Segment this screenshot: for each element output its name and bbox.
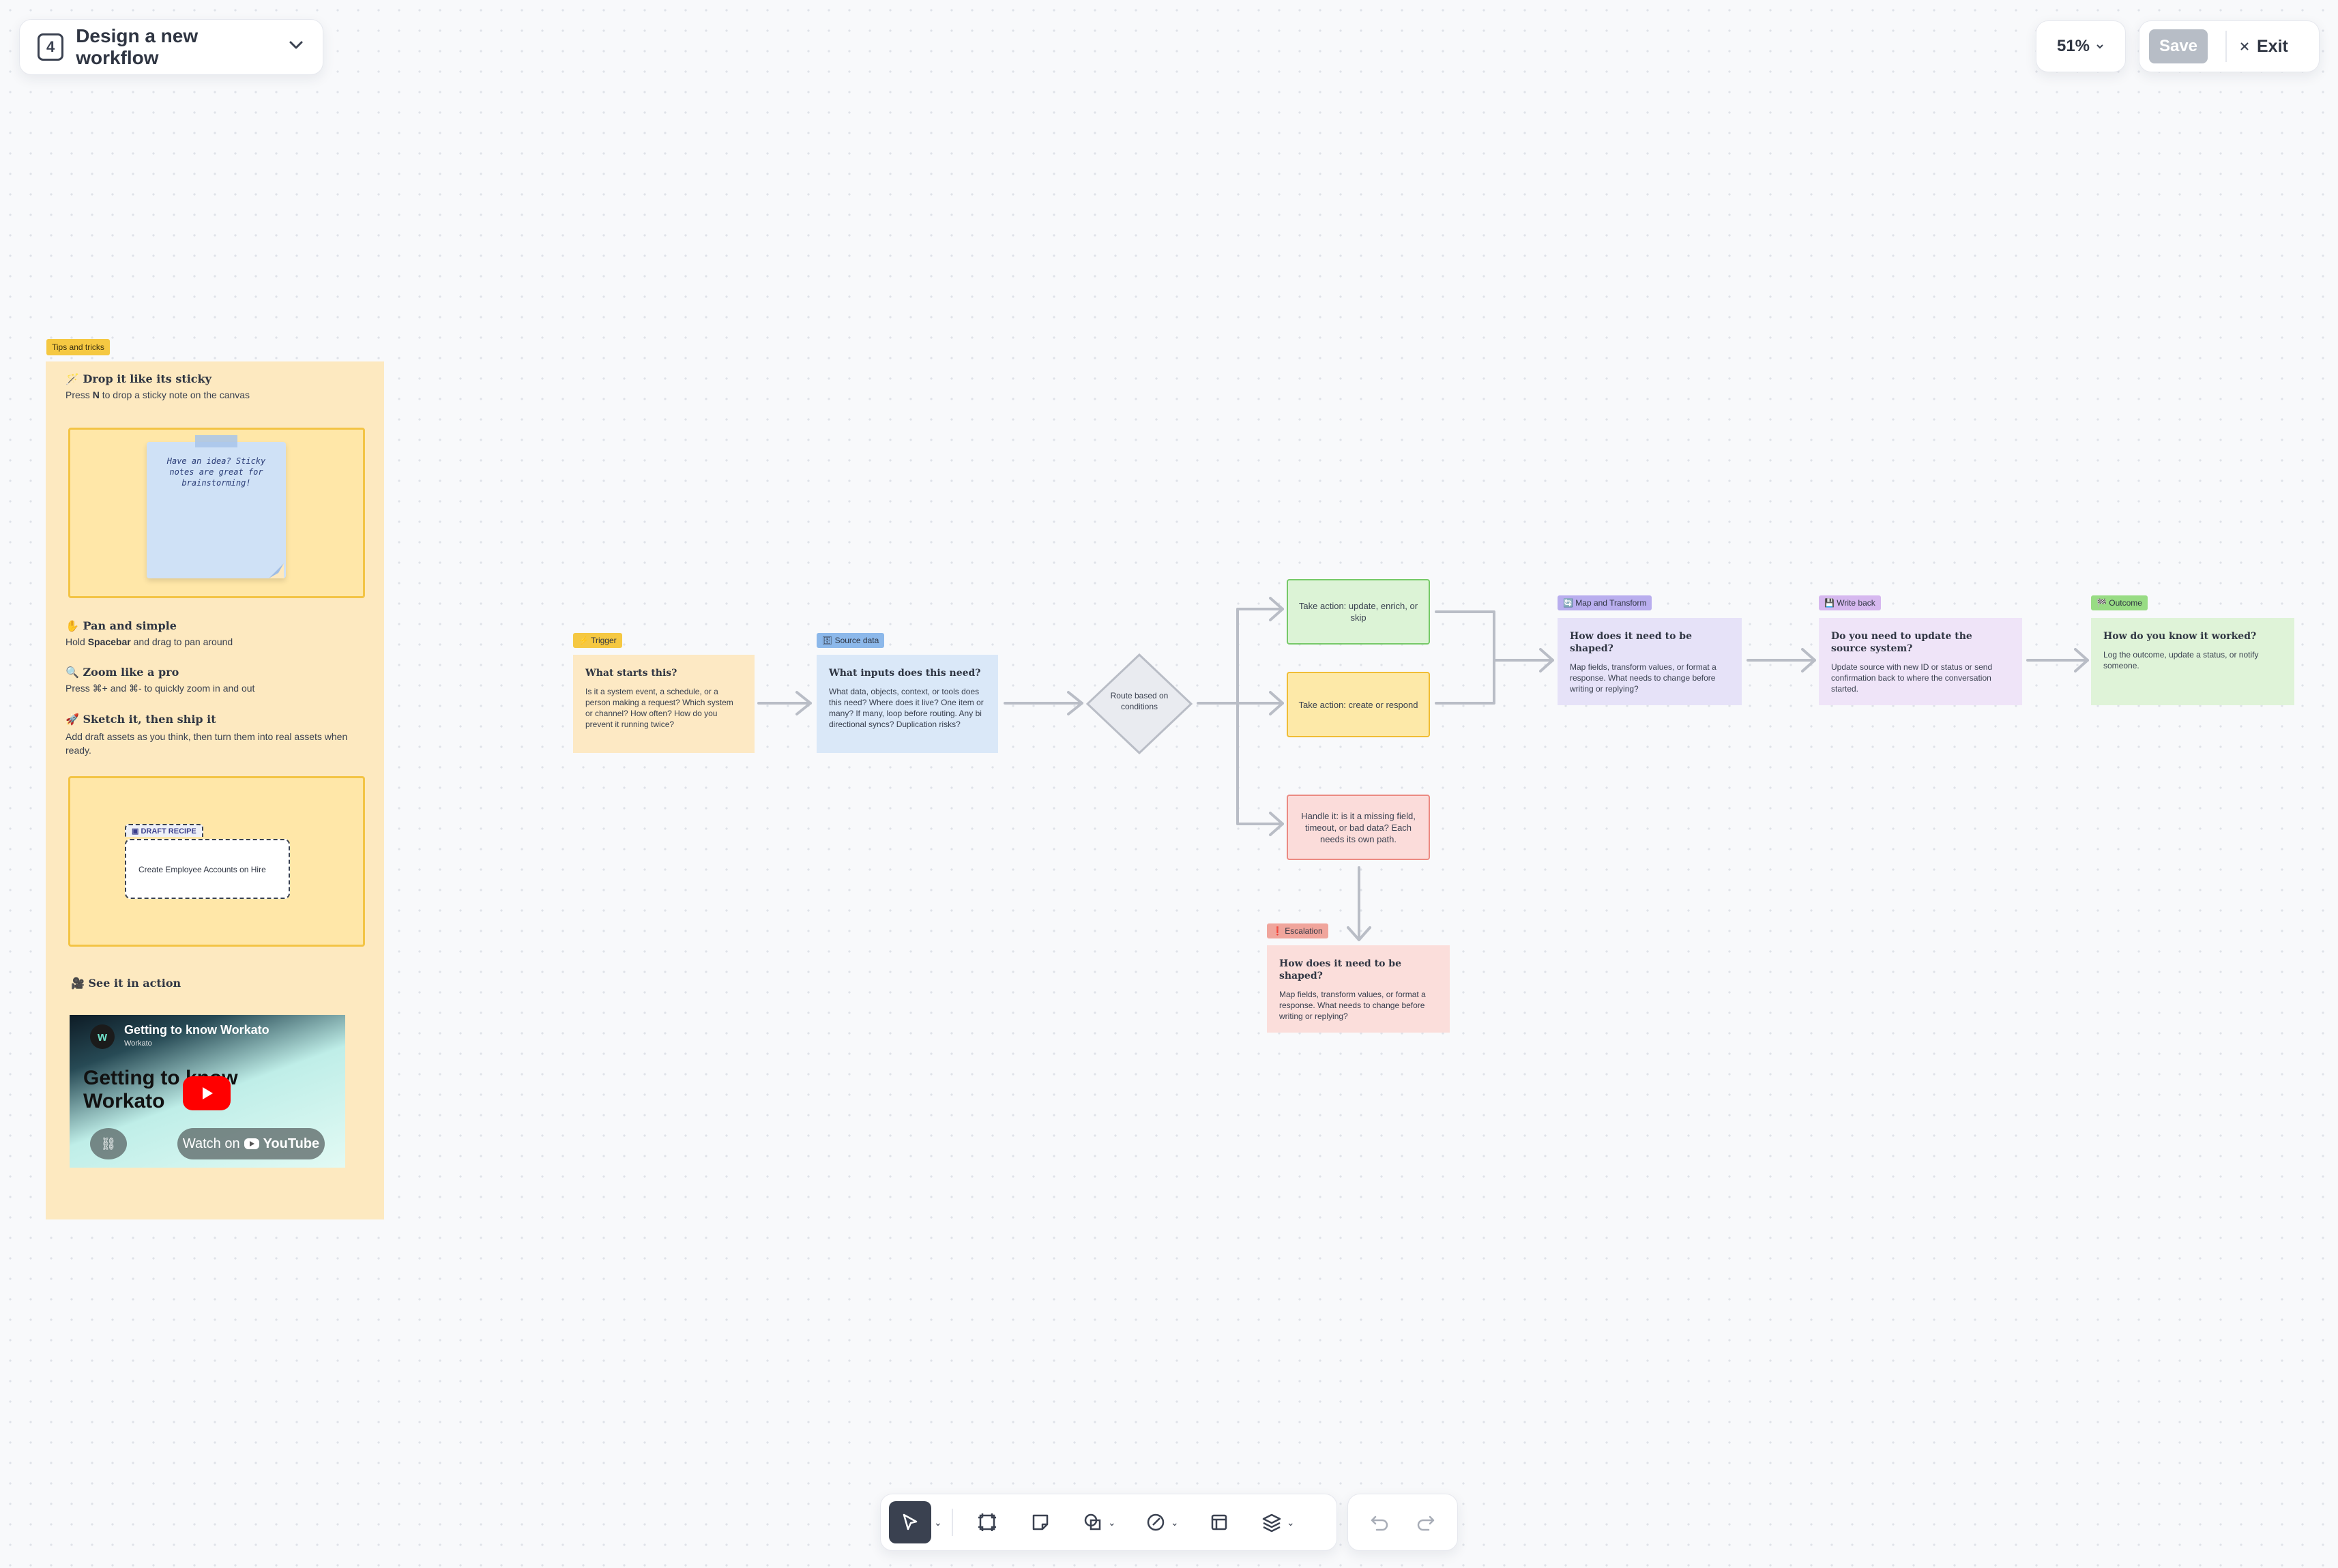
canvas-toolbar: ⌄ ⌄ ⌄ ⌄ <box>880 1494 1337 1551</box>
node-title: What starts this? <box>585 668 677 679</box>
cursor-icon <box>903 1513 918 1530</box>
node-title: How do you know it worked? <box>2103 631 2257 642</box>
node-title: How does it need to be shaped? <box>1279 958 1401 981</box>
source-data-node[interactable]: What inputs does this need? What data, o… <box>817 655 998 753</box>
chevron-down-icon[interactable]: ⌄ <box>934 1517 942 1528</box>
escalation-node[interactable]: How does it need to be shaped? Map field… <box>1267 945 1450 1033</box>
layers-tool[interactable]: ⌄ <box>1248 1501 1306 1543</box>
redo-button[interactable] <box>1414 1501 1438 1543</box>
connector-route-update <box>1236 608 1284 705</box>
node-title: What inputs does this need? <box>829 668 981 679</box>
chevron-down-icon[interactable]: ⌄ <box>1108 1517 1116 1528</box>
frame-icon <box>978 1513 996 1531</box>
map-transform-tag: 🔄 Map and Transform <box>1558 595 1652 610</box>
sticky-note-icon <box>1032 1514 1048 1530</box>
outcome-tag: 🏁 Outcome <box>2091 595 2148 610</box>
node-description: Update source with new ID or status or s… <box>1831 662 1993 694</box>
source-data-tag: 🗄 Source data <box>817 633 885 648</box>
map-transform-node[interactable]: How does it need to be shaped? Map field… <box>1558 618 1742 705</box>
node-description: Map fields, transform values, or format … <box>1279 990 1426 1021</box>
layers-icon <box>1262 1513 1281 1533</box>
action-create-node[interactable]: Take action: create or respond <box>1287 672 1430 737</box>
section-icon <box>1211 1514 1227 1530</box>
outcome-node[interactable]: How do you know it worked? Log the outco… <box>2091 618 2294 705</box>
divider <box>951 1509 953 1536</box>
node-title: How does it need to be shaped? <box>1570 631 1692 654</box>
chevron-down-icon[interactable]: ⌄ <box>1287 1517 1295 1528</box>
write-back-tag: 💾 Write back <box>1819 595 1881 610</box>
node-description: Map fields, transform values, or format … <box>1570 662 1716 694</box>
node-description: Is it a system event, a schedule, or a p… <box>585 687 733 729</box>
node-description: What data, objects, context, or tools do… <box>829 687 984 729</box>
write-back-node[interactable]: Do you need to update the source system?… <box>1819 618 2022 705</box>
action-update-node[interactable]: Take action: update, enrich, or skip <box>1287 579 1430 645</box>
draw-tool[interactable]: ⌄ <box>1132 1501 1190 1543</box>
action-handle-error-node[interactable]: Handle it: is it a missing field, timeou… <box>1287 795 1430 860</box>
trigger-tag: ⚡ Trigger <box>573 633 622 648</box>
flow-connectors <box>757 597 2089 941</box>
shapes-icon <box>1084 1513 1101 1530</box>
trigger-node[interactable]: What starts this? Is it a system event, … <box>573 655 755 753</box>
connector-actions-merge <box>1435 610 1495 705</box>
chevron-down-icon[interactable]: ⌄ <box>1171 1517 1179 1528</box>
undo-button[interactable] <box>1367 1501 1392 1543</box>
node-description: Log the outcome, update a status, or not… <box>2103 650 2259 670</box>
node-title: Do you need to update the source system? <box>1831 631 1972 654</box>
history-toolbar <box>1347 1494 1458 1551</box>
escalation-tag: ❗ Escalation <box>1267 923 1328 938</box>
sticky-note-tool[interactable] <box>1016 1501 1065 1543</box>
undo-icon <box>1371 1515 1388 1531</box>
route-label[interactable]: Route based on conditions <box>1101 690 1178 712</box>
connector-route-handle <box>1236 702 1284 825</box>
redo-icon <box>1417 1515 1435 1531</box>
section-tool[interactable] <box>1195 1501 1244 1543</box>
frame-tool[interactable] <box>963 1501 1012 1543</box>
select-tool[interactable]: ⌄ <box>889 1501 942 1543</box>
pen-icon <box>1147 1513 1165 1531</box>
shapes-tool[interactable]: ⌄ <box>1069 1501 1128 1543</box>
